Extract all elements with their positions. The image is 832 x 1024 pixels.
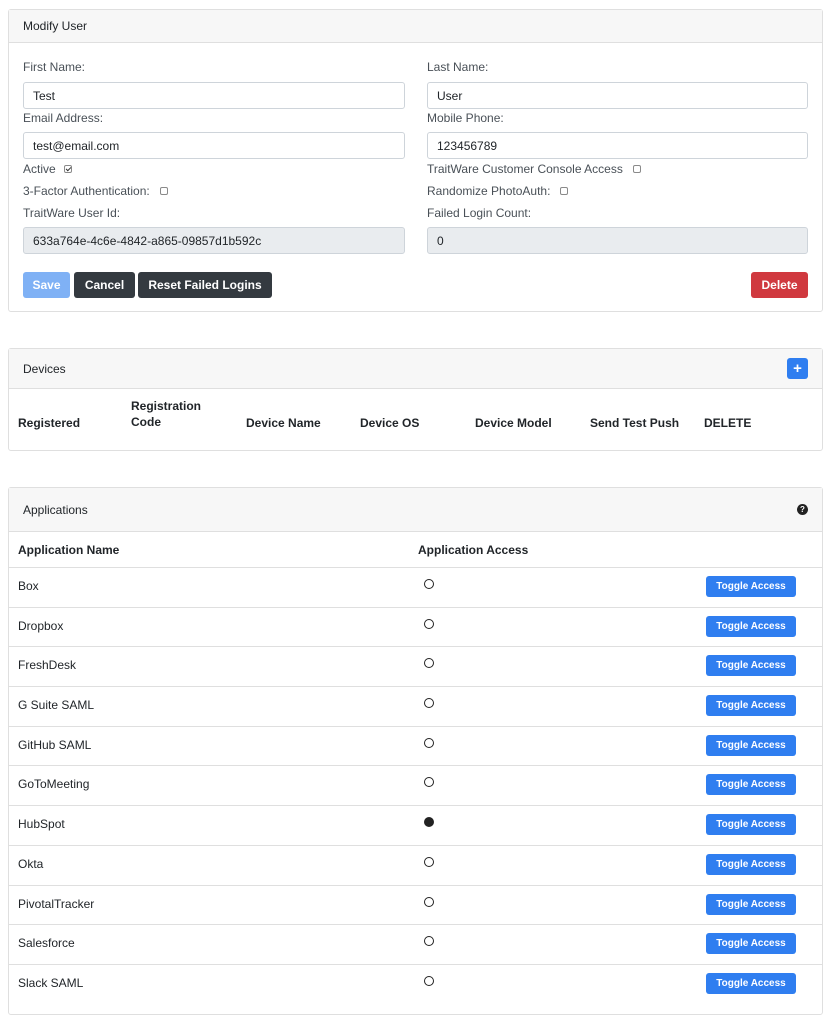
failed-login-count-field: 0 xyxy=(427,227,808,254)
active-row: Active xyxy=(23,162,72,176)
col-device-name: Device Name xyxy=(246,416,321,430)
table-row: GitHub SAML Toggle Access xyxy=(9,727,822,767)
devices-header: Devices + xyxy=(9,349,822,389)
application-name: G Suite SAML xyxy=(18,698,95,713)
randomize-checkbox[interactable] xyxy=(560,187,569,195)
toggle-access-button[interactable]: Toggle Access xyxy=(706,814,796,836)
col-send-test-push: Send Test Push xyxy=(590,416,680,430)
console-access-label: TraitWare Customer Console Access xyxy=(427,162,623,176)
toggle-access-button[interactable]: Toggle Access xyxy=(706,853,796,875)
applications-card: Applications ? Application Name Applicat… xyxy=(8,487,823,1015)
access-denied-icon xyxy=(424,975,434,986)
randomize-row: Randomize PhotoAuth: xyxy=(427,184,569,198)
devices-card: Devices + Registered Registration Code D… xyxy=(8,348,823,451)
col-application-access: Application Access xyxy=(418,543,529,557)
col-application-name: Application Name xyxy=(18,543,120,557)
add-device-button[interactable]: + xyxy=(787,358,808,379)
table-row: HubSpot Toggle Access xyxy=(9,806,822,846)
application-name: HubSpot xyxy=(18,817,65,832)
user-id-field: 633a764e-4c6e-4842-a865-09857d1b592c xyxy=(23,227,405,254)
modify-user-title: Modify User xyxy=(23,19,88,33)
application-name: Slack SAML xyxy=(18,975,84,990)
randomize-label: Randomize PhotoAuth: xyxy=(427,184,551,198)
last-name-input[interactable]: User xyxy=(427,82,808,109)
table-row: Box Toggle Access xyxy=(9,568,822,608)
applications-title: Applications xyxy=(23,502,88,517)
table-row: Salesforce Toggle Access xyxy=(9,925,822,965)
active-label: Active xyxy=(23,162,56,176)
toggle-access-button[interactable]: Toggle Access xyxy=(706,893,796,915)
devices-title: Devices xyxy=(23,361,66,376)
mobile-phone-label: Mobile Phone: xyxy=(427,111,504,125)
col-device-os: Device OS xyxy=(360,416,420,430)
cancel-button[interactable]: Cancel xyxy=(74,272,135,298)
access-denied-icon xyxy=(424,936,434,947)
access-denied-icon xyxy=(424,658,434,669)
table-row: G Suite SAML Toggle Access xyxy=(9,687,822,727)
question-circle-icon[interactable]: ? xyxy=(797,504,808,515)
application-name: Okta xyxy=(18,856,44,871)
application-name: GoToMeeting xyxy=(18,777,90,792)
access-denied-icon xyxy=(424,618,434,629)
reset-failed-logins-button[interactable]: Reset Failed Logins xyxy=(138,272,272,298)
application-name: GitHub SAML xyxy=(18,737,92,752)
three-factor-row: 3-Factor Authentication: xyxy=(23,184,168,198)
table-row: Okta Toggle Access xyxy=(9,846,822,886)
table-row: Slack SAML Toggle Access xyxy=(9,965,822,1005)
modify-user-header: Modify User xyxy=(9,10,822,43)
col-device-model: Device Model xyxy=(475,416,552,430)
failed-login-count-label: Failed Login Count: xyxy=(427,206,532,220)
active-checkbox[interactable] xyxy=(63,165,72,173)
toggle-access-button[interactable]: Toggle Access xyxy=(706,972,796,994)
applications-table-body: Box Toggle Access Dropbox Toggle Access Fres… xyxy=(9,568,822,1005)
access-denied-icon xyxy=(424,777,434,788)
three-factor-label: 3-Factor Authentication: xyxy=(23,184,150,198)
access-denied-icon xyxy=(424,737,434,748)
mobile-phone-input[interactable]: 123456789 xyxy=(427,132,808,159)
toggle-access-button[interactable]: Toggle Access xyxy=(706,576,796,597)
three-factor-checkbox[interactable] xyxy=(159,187,168,195)
table-row: PivotalTracker Toggle Access xyxy=(9,886,822,926)
table-row: GoToMeeting Toggle Access xyxy=(9,766,822,807)
first-name-input[interactable]: Test xyxy=(23,82,405,109)
toggle-access-button[interactable]: Toggle Access xyxy=(706,734,796,756)
console-access-checkbox[interactable] xyxy=(632,165,641,173)
col-registered: Registered xyxy=(18,416,81,430)
toggle-access-button[interactable]: Toggle Access xyxy=(706,615,796,637)
user-id-label: TraitWare User Id: xyxy=(23,206,121,220)
access-denied-icon xyxy=(424,579,434,589)
last-name-label: Last Name: xyxy=(427,60,489,74)
table-row: Dropbox Toggle Access xyxy=(9,608,822,648)
access-denied-icon xyxy=(424,856,434,867)
access-granted-icon xyxy=(424,817,434,828)
toggle-access-button[interactable]: Toggle Access xyxy=(706,774,796,796)
application-name: Box xyxy=(18,579,39,593)
modify-user-card: Modify User First Name: Test Last Name: … xyxy=(8,9,823,312)
email-label: Email Address: xyxy=(23,111,104,125)
delete-button[interactable]: Delete xyxy=(751,272,808,298)
col-delete: DELETE xyxy=(704,416,752,430)
toggle-access-button[interactable]: Toggle Access xyxy=(706,933,796,955)
applications-header: Applications ? xyxy=(9,488,822,532)
first-name-label: First Name: xyxy=(23,60,86,74)
email-input[interactable]: test@email.com xyxy=(23,132,405,159)
access-denied-icon xyxy=(424,896,434,907)
access-denied-icon xyxy=(424,698,434,709)
table-row: FreshDesk Toggle Access xyxy=(9,647,822,688)
application-name: Salesforce xyxy=(18,936,75,951)
save-button[interactable]: Save xyxy=(23,272,70,298)
plus-icon: + xyxy=(793,360,802,377)
col-registration-code: Registration Code xyxy=(131,399,202,429)
application-name: PivotalTracker xyxy=(18,896,95,911)
application-name: FreshDesk xyxy=(18,658,77,673)
application-name: Dropbox xyxy=(18,618,64,633)
console-access-row: TraitWare Customer Console Access xyxy=(427,162,641,176)
toggle-access-button[interactable]: Toggle Access xyxy=(706,655,796,677)
toggle-access-button[interactable]: Toggle Access xyxy=(706,695,796,717)
applications-table-header: Application Name Application Access xyxy=(9,532,822,568)
